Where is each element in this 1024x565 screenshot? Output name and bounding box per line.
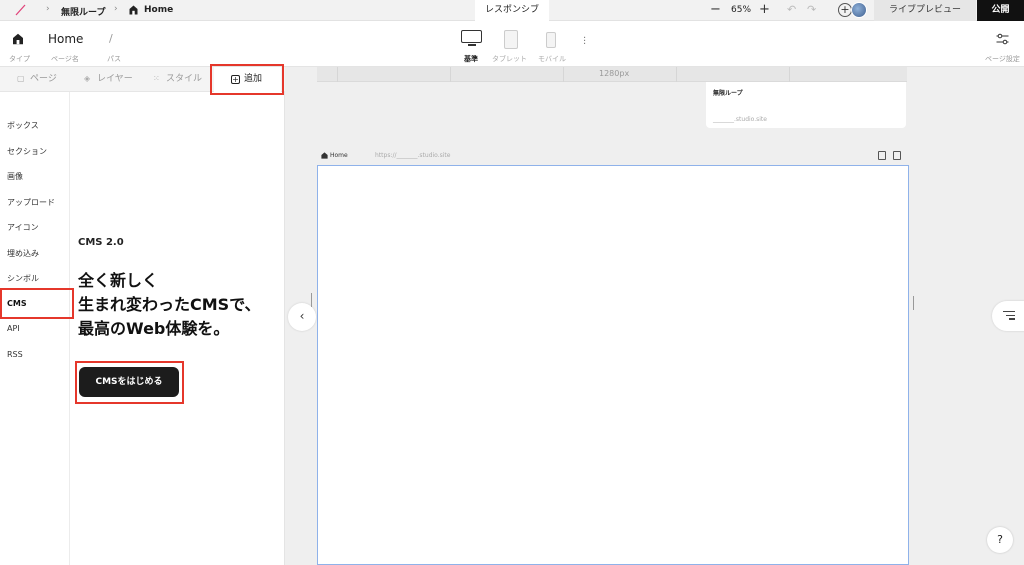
pencil-icon[interactable]: [14, 3, 28, 17]
page-header: タイプ Home ページ名 / パス 基準 タブレット モバイル · · · ページ…: [0, 21, 1024, 67]
highlight-add-tab: [210, 64, 284, 95]
category-box[interactable]: ボックス: [7, 120, 39, 131]
site-name: 無限ループ: [713, 90, 743, 97]
resize-handle-left[interactable]: [311, 293, 312, 307]
right-panel-toggle[interactable]: [992, 301, 1024, 331]
device-mobile-button[interactable]: モバイル: [538, 30, 566, 63]
breadcrumb-site[interactable]: 無限ループ: [61, 5, 105, 18]
page-name-field[interactable]: Home: [48, 32, 83, 46]
category-image[interactable]: 画像: [7, 171, 23, 182]
monitor-icon: [461, 30, 482, 43]
style-icon: ⁙: [153, 74, 160, 83]
device-tablet-label: タブレット: [492, 55, 527, 63]
tab-pages-label: ページ: [30, 74, 57, 84]
category-list: ボックス セクション 画像 アップロード アイコン 埋め込み シンボル CMS …: [0, 92, 70, 565]
live-preview-button[interactable]: ライブプレビュー: [874, 0, 976, 21]
category-embed[interactable]: 埋め込み: [7, 248, 39, 259]
page-name-label: ページ名: [51, 55, 79, 63]
path-label: パス: [107, 55, 121, 63]
category-upload[interactable]: アップロード: [7, 197, 55, 208]
tablet-icon: [504, 30, 518, 49]
chevron-right-icon: ›: [46, 4, 50, 14]
frame-header: Home https://_______.studio.site: [321, 151, 909, 163]
add-collaborator-icon[interactable]: +: [838, 3, 852, 17]
device-desktop-button[interactable]: 基準: [461, 30, 482, 63]
home-icon: [129, 5, 138, 15]
publish-button[interactable]: 公開: [977, 0, 1024, 21]
page-settings-label[interactable]: ページ設定: [985, 54, 1020, 64]
device-desktop-label: 基準: [464, 55, 478, 63]
device-mobile-label: モバイル: [538, 55, 566, 63]
more-icon[interactable]: · · ·: [583, 34, 586, 50]
page-icon: ▢: [17, 74, 25, 83]
tab-styles-label: スタイル: [166, 74, 203, 84]
device-tablet-button[interactable]: タブレット: [492, 30, 527, 63]
top-bar: › 無限ループ › Home レスポンシブ − 65% + ↶ ↷ + ライブプ…: [0, 0, 1024, 21]
frame-page-name: Home: [330, 152, 348, 159]
zoom-in-button[interactable]: +: [759, 2, 770, 17]
width-ruler: 1280px: [317, 67, 907, 82]
highlight-cms-start-button: [75, 361, 184, 404]
path-field[interactable]: /: [109, 32, 113, 45]
category-api[interactable]: API: [7, 324, 20, 333]
left-panel: ▢ ページ ◈ レイヤー ⁙ スタイル + 追加 ボックス セクション 画像 アップロー…: [0, 64, 285, 565]
breadcrumb-page[interactable]: Home: [144, 5, 173, 15]
cms-version: CMS 2.0: [78, 237, 124, 248]
layers-icon: ◈: [84, 74, 91, 83]
undo-icon[interactable]: ↶: [787, 3, 796, 16]
category-section[interactable]: セクション: [7, 146, 47, 157]
canvas[interactable]: 1280px 無限ループ _______.studio.site Home ht…: [286, 67, 1024, 565]
home-icon: [321, 152, 328, 159]
type-label: タイプ: [9, 55, 30, 63]
collapse-panel-button[interactable]: ‹: [288, 303, 316, 331]
chevron-left-icon: ‹: [299, 309, 305, 323]
tab-pages[interactable]: ▢ ページ: [17, 67, 57, 92]
zoom-out-button[interactable]: −: [710, 2, 721, 17]
mobile-icon: [546, 32, 556, 48]
tab-layers[interactable]: ◈ レイヤー: [84, 67, 133, 92]
cms-headline-line3: 最高のWeb体験を。: [78, 319, 230, 338]
avatar[interactable]: [851, 2, 867, 18]
menu-lines-icon: [1003, 311, 1015, 322]
open-preview-icon[interactable]: [893, 151, 901, 160]
highlight-cms-category: [0, 288, 74, 319]
sliders-icon[interactable]: [996, 33, 1009, 45]
page-frame[interactable]: [317, 165, 909, 565]
frame-url[interactable]: https://_______.studio.site: [375, 152, 450, 159]
tab-styles[interactable]: ⁙ スタイル: [153, 67, 202, 92]
ruler-width-label: 1280px: [599, 69, 630, 78]
chevron-right-icon: ›: [114, 4, 118, 14]
resize-handle-right[interactable]: [913, 296, 914, 310]
copy-icon[interactable]: [878, 151, 886, 160]
redo-icon[interactable]: ↷: [807, 3, 816, 16]
cms-headline-line1: 全く新しく: [78, 271, 159, 290]
cms-intro: CMS 2.0 全く新しく 生まれ変わったCMSで、 最高のWeb体験を。 CM…: [71, 92, 285, 565]
cms-headline-line2: 生まれ変わったCMSで、: [78, 295, 261, 314]
site-url: _______.studio.site: [713, 116, 767, 123]
category-symbol[interactable]: シンボル: [7, 273, 39, 284]
category-icon[interactable]: アイコン: [7, 222, 39, 233]
category-rss[interactable]: RSS: [7, 350, 23, 359]
help-button[interactable]: ?: [987, 527, 1013, 553]
site-info-card[interactable]: 無限ループ _______.studio.site: [706, 82, 906, 128]
home-icon[interactable]: [12, 33, 24, 45]
zoom-level[interactable]: 65%: [731, 5, 751, 15]
tab-responsive[interactable]: レスポンシブ: [475, 0, 549, 21]
tab-layers-label: レイヤー: [97, 74, 133, 84]
